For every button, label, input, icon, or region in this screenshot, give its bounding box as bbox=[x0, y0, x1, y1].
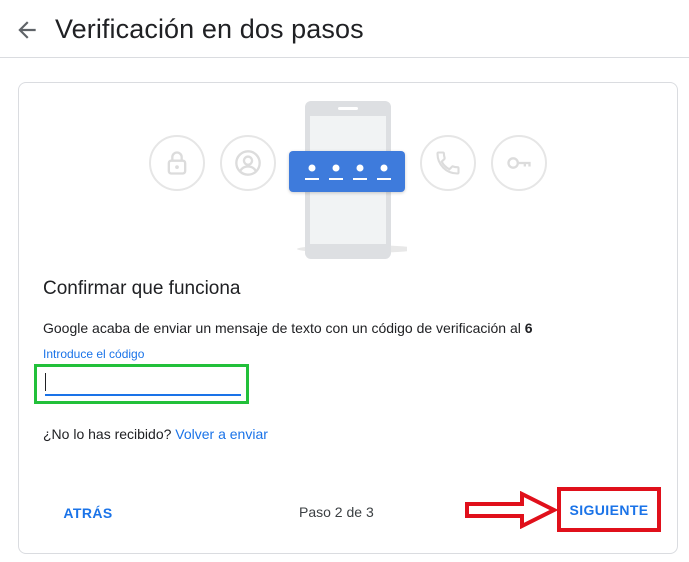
phone-number-digit: 6 bbox=[524, 320, 533, 336]
phone-speaker bbox=[338, 107, 358, 110]
phone-call-circle bbox=[420, 135, 476, 191]
code-field-label: Introduce el código bbox=[43, 347, 145, 361]
verification-card: Confirmar que funciona Google acaba de e… bbox=[18, 82, 678, 554]
page-title: Verificación en dos pasos bbox=[55, 14, 364, 44]
card-heading: Confirmar que funciona bbox=[43, 278, 241, 299]
next-button[interactable]: SIGUIENTE bbox=[565, 496, 653, 524]
step-indicator: Paso 2 de 3 bbox=[299, 504, 374, 520]
lock-icon bbox=[167, 151, 187, 175]
app-header: Verificación en dos pasos bbox=[0, 0, 689, 58]
verification-code-input[interactable] bbox=[45, 372, 241, 396]
phone-call-icon bbox=[436, 151, 460, 175]
code-banner bbox=[289, 151, 405, 192]
resend-row: ¿No lo has recibido? Volver a enviar bbox=[43, 426, 268, 442]
account-icon bbox=[235, 150, 261, 176]
arrow-back-icon bbox=[18, 21, 36, 39]
back-step-button[interactable]: ATRÁS bbox=[53, 498, 123, 528]
verification-illustration bbox=[147, 99, 551, 261]
key-circle bbox=[491, 135, 547, 191]
lock-circle bbox=[149, 135, 205, 191]
key-icon bbox=[507, 157, 531, 169]
annotation-arrow-icon bbox=[465, 491, 558, 529]
resend-link[interactable]: Volver a enviar bbox=[175, 426, 268, 442]
resend-prompt: ¿No lo has recibido? bbox=[43, 426, 172, 442]
sms-message-text: Google acaba de enviar un mensaje de tex… bbox=[43, 320, 521, 336]
text-caret bbox=[45, 373, 46, 391]
back-button[interactable] bbox=[14, 17, 40, 43]
sms-sent-message: Google acaba de enviar un mensaje de tex… bbox=[43, 320, 533, 336]
account-circle bbox=[220, 135, 276, 191]
masked-code-dots bbox=[305, 164, 391, 180]
